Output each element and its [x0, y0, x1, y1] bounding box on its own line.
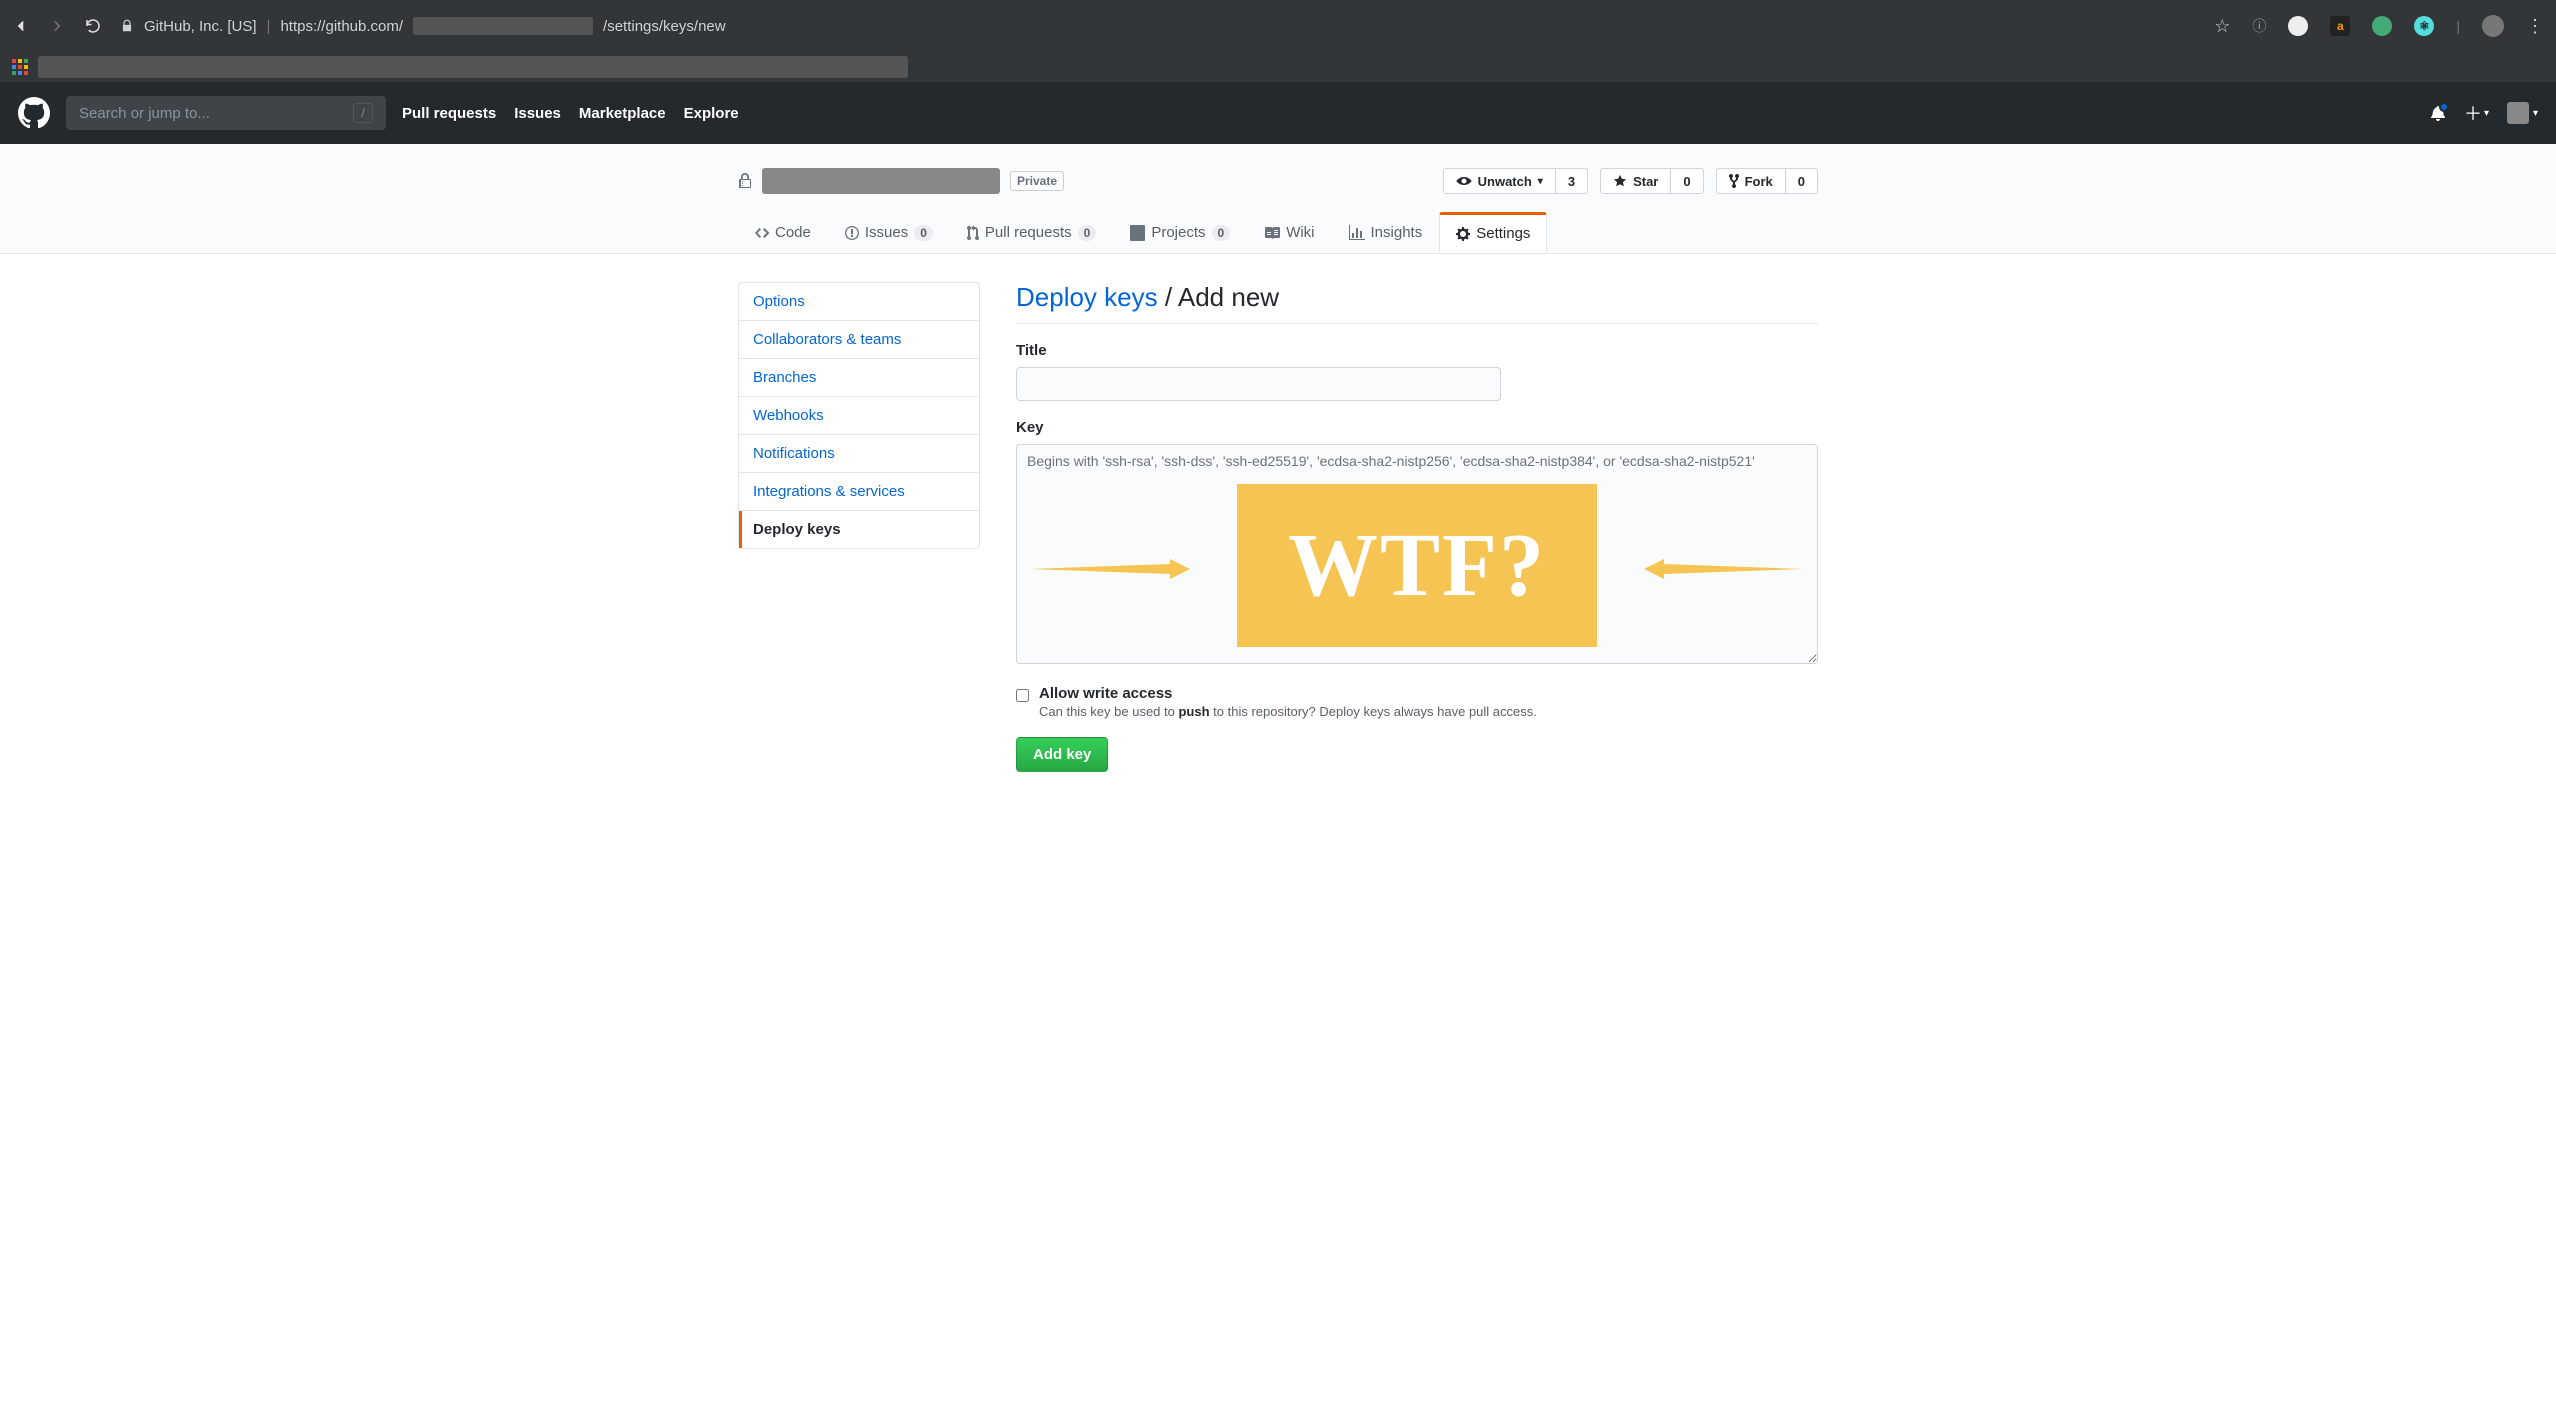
info-icon[interactable]: ⓘ — [2252, 16, 2266, 36]
apps-icon[interactable] — [12, 59, 28, 75]
avatar — [2507, 102, 2529, 124]
title-label: Title — [1016, 342, 1818, 359]
url-text-left: https://github.com/ — [280, 18, 403, 35]
notifications-icon[interactable] — [2430, 105, 2446, 121]
key-label: Key — [1016, 419, 1818, 436]
search-input[interactable] — [79, 105, 353, 122]
watch-count[interactable]: 3 — [1556, 168, 1588, 194]
url-redacted — [413, 17, 593, 35]
nav-issues[interactable]: Issues — [514, 105, 561, 122]
eye-icon — [1456, 175, 1472, 187]
key-textarea[interactable] — [1016, 444, 1818, 664]
github-header: / Pull requests Issues Marketplace Explo… — [0, 82, 2556, 144]
nav-marketplace[interactable]: Marketplace — [579, 105, 666, 122]
lock-icon — [120, 19, 134, 33]
nav-explore[interactable]: Explore — [684, 105, 739, 122]
tab-projects[interactable]: Projects0 — [1113, 212, 1247, 253]
tab-insights[interactable]: Insights — [1332, 212, 1440, 253]
nav-pull-requests[interactable]: Pull requests — [402, 105, 496, 122]
lock-icon — [738, 173, 752, 189]
react-extension-icon[interactable]: ⚛ — [2414, 16, 2434, 36]
bookmark-bar — [0, 52, 2556, 82]
profile-avatar[interactable] — [2482, 15, 2504, 37]
repo-name-redacted[interactable] — [762, 168, 1000, 194]
bookmarks-redacted — [38, 56, 908, 78]
url-bar[interactable]: GitHub, Inc. [US] | https://github.com//… — [120, 17, 726, 35]
page-title: Deploy keys / Add new — [1016, 282, 1818, 324]
repo-tabs: Code Issues0 Pull requests0 Projects0 Wi… — [738, 212, 1818, 253]
fork-count[interactable]: 0 — [1786, 168, 1818, 194]
pr-icon — [967, 225, 979, 241]
breadcrumb-current: Add new — [1178, 282, 1279, 312]
gear-icon — [1456, 226, 1470, 242]
watch-button-group[interactable]: Unwatch ▾ 3 — [1443, 168, 1588, 194]
star-count[interactable]: 0 — [1671, 168, 1703, 194]
graph-icon — [1349, 225, 1365, 241]
sidebar-item-branches[interactable]: Branches — [739, 359, 979, 397]
issue-icon — [845, 225, 859, 241]
star-icon — [1613, 174, 1627, 188]
star-button-group[interactable]: Star 0 — [1600, 168, 1704, 194]
tab-issues[interactable]: Issues0 — [828, 212, 950, 253]
allow-write-note: Can this key be used to push to this rep… — [1039, 704, 1537, 719]
settings-sidebar: Options Collaborators & teams Branches W… — [738, 282, 980, 549]
reload-icon[interactable] — [84, 17, 102, 35]
project-icon — [1130, 225, 1145, 241]
amazon-extension-icon[interactable]: a — [2330, 16, 2350, 36]
sidebar-item-collaborators[interactable]: Collaborators & teams — [739, 321, 979, 359]
bookmark-star-icon[interactable]: ☆ — [2214, 16, 2230, 37]
private-badge: Private — [1010, 171, 1064, 191]
breadcrumb-deploy-keys[interactable]: Deploy keys — [1016, 282, 1158, 312]
search-box[interactable]: / — [66, 96, 386, 130]
url-text-right: /settings/keys/new — [603, 18, 726, 35]
browser-toolbar: GitHub, Inc. [US] | https://github.com//… — [0, 0, 2556, 52]
forward-icon — [48, 17, 66, 35]
extension-icon[interactable] — [2288, 16, 2308, 36]
title-input[interactable] — [1016, 367, 1501, 401]
code-icon — [755, 225, 769, 241]
chrome-menu-icon[interactable]: ⋮ — [2526, 16, 2544, 37]
github-logo[interactable] — [18, 97, 50, 129]
user-menu[interactable]: ▾ — [2507, 102, 2538, 124]
sidebar-item-webhooks[interactable]: Webhooks — [739, 397, 979, 435]
back-icon[interactable] — [12, 17, 30, 35]
add-key-button[interactable]: Add key — [1016, 737, 1108, 772]
extension-icon-2[interactable] — [2372, 16, 2392, 36]
tab-pull-requests[interactable]: Pull requests0 — [950, 212, 1113, 253]
tab-code[interactable]: Code — [738, 212, 828, 253]
sidebar-item-integrations[interactable]: Integrations & services — [739, 473, 979, 511]
tab-wiki[interactable]: Wiki — [1247, 212, 1331, 253]
url-issuer: GitHub, Inc. [US] — [144, 18, 257, 35]
fork-button-group[interactable]: Fork 0 — [1716, 168, 1818, 194]
sidebar-item-options[interactable]: Options — [739, 283, 979, 321]
allow-write-checkbox[interactable] — [1016, 689, 1029, 702]
slash-hint-icon: / — [353, 103, 373, 123]
tab-settings[interactable]: Settings — [1439, 212, 1547, 253]
book-icon — [1264, 225, 1280, 241]
sidebar-item-notifications[interactable]: Notifications — [739, 435, 979, 473]
create-new-menu[interactable]: ＋▾ — [2464, 100, 2489, 126]
fork-icon — [1729, 173, 1739, 189]
allow-write-label: Allow write access — [1039, 685, 1537, 702]
sidebar-item-deploy-keys: Deploy keys — [739, 511, 979, 548]
